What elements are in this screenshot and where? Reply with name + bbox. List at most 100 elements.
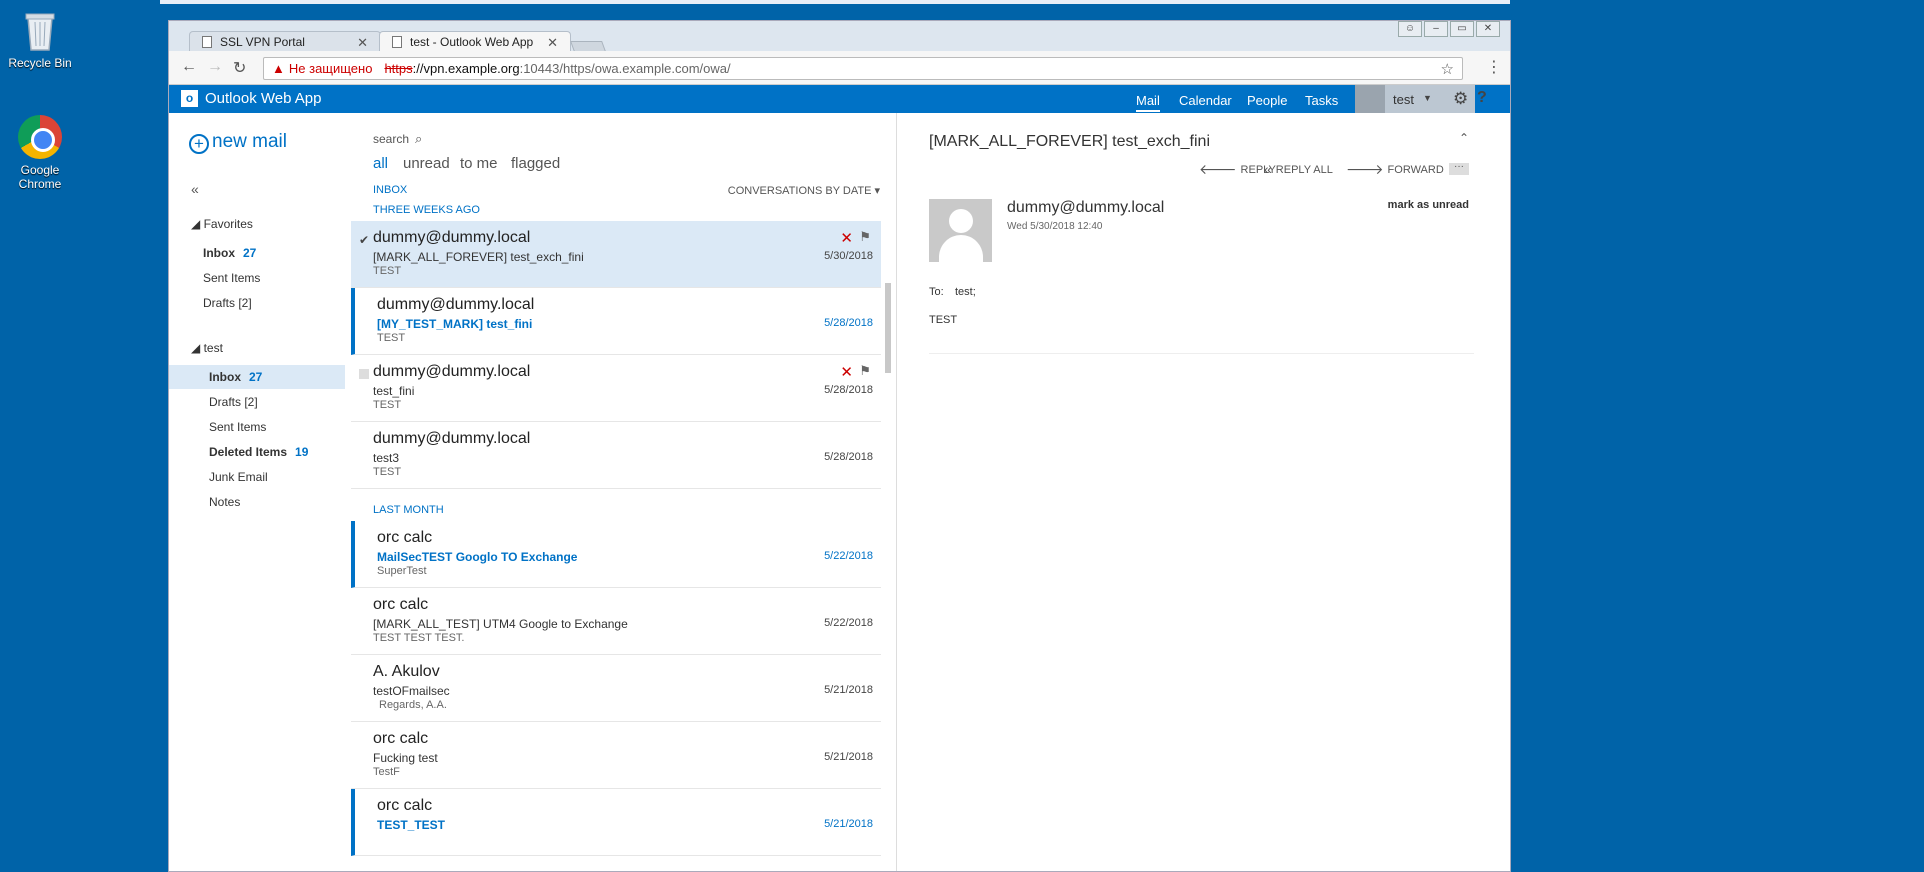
message-sender: orc calc	[373, 730, 429, 747]
forward-button[interactable]: 🡒 FORWARD	[1346, 161, 1444, 178]
folder-deleted-items[interactable]: Deleted Items 19	[169, 440, 345, 464]
favorite-inbox[interactable]: Inbox 27	[169, 241, 345, 265]
filter-flagged[interactable]: flagged	[511, 155, 560, 172]
recycle-bin-shortcut[interactable]: Recycle Bin	[0, 10, 80, 70]
folder-name: Inbox	[209, 370, 241, 384]
favorites-header[interactable]: ◢ Favorites	[191, 217, 253, 231]
profile-icon[interactable]: ☺	[1398, 21, 1422, 37]
search-input[interactable]: search ⌕	[373, 131, 422, 147]
message-preview: Regards, A.A.	[379, 699, 447, 711]
message-row[interactable]: dummy@dummy.local test_fini TEST 5/28/20…	[351, 355, 881, 422]
message-row[interactable]: dummy@dummy.local test3 TEST 5/28/2018	[351, 422, 881, 489]
url-scheme: https	[384, 61, 413, 76]
close-tab-icon[interactable]: ✕	[547, 35, 558, 51]
message-subject: testOFmailsec	[373, 684, 450, 698]
outlook-logo-icon: o	[181, 90, 198, 107]
more-actions-icon[interactable]: ···	[1449, 162, 1469, 175]
nav-tasks[interactable]: Tasks	[1305, 93, 1338, 108]
message-subject: Fucking test	[373, 751, 438, 765]
delete-icon[interactable]: ✕	[840, 229, 853, 247]
message-row[interactable]: dummy@dummy.local [MY_TEST_MARK] test_fi…	[351, 288, 881, 355]
flag-icon[interactable]: ⚑	[859, 229, 871, 245]
chrome-label-line1: Google	[20, 163, 60, 177]
reply-arrow-icon: 🡐	[1199, 161, 1237, 177]
message-list-scrollbar[interactable]	[885, 283, 891, 373]
message-row[interactable]: orc calc MailSecTEST Googlo TO Exchange …	[351, 521, 881, 588]
chevron-down-icon: ▼	[1423, 93, 1432, 103]
back-icon[interactable]: ←	[181, 58, 197, 76]
collapse-up-icon[interactable]: ⌃	[1459, 131, 1469, 145]
folder-sent-items[interactable]: Sent Items	[169, 415, 345, 439]
url-field[interactable]: ▲ Не защищено https://vpn.example.org:1044…	[263, 57, 1463, 80]
user-photo	[1355, 85, 1385, 113]
message-date: 5/28/2018	[824, 317, 873, 329]
minimize-icon[interactable]: –	[1424, 21, 1448, 37]
folder-inbox[interactable]: Inbox 27	[169, 365, 345, 389]
sort-dropdown[interactable]: CONVERSATIONS BY DATE ▾	[728, 184, 880, 197]
recycle-bin-icon	[23, 10, 57, 52]
help-icon[interactable]: ?	[1477, 89, 1487, 107]
folder-notes[interactable]: Notes	[169, 490, 345, 514]
collapse-pane-icon[interactable]: «	[191, 181, 199, 197]
folder-junk-email[interactable]: Junk Email	[169, 465, 345, 489]
group-header: LAST MONTH	[373, 504, 444, 516]
message-sender: orc calc	[377, 529, 433, 546]
forward-label: FORWARD	[1387, 164, 1444, 176]
close-tab-icon[interactable]: ✕	[357, 35, 368, 51]
favorite-sent-items[interactable]: Sent Items	[169, 266, 345, 290]
to-recipient[interactable]: test;	[955, 286, 976, 298]
folder-pane: + new mail « ◢ Favorites Inbox 27 Sent Ite…	[169, 113, 349, 871]
gear-icon[interactable]: ⚙	[1453, 89, 1468, 109]
to-label: To:	[929, 286, 944, 298]
account-header[interactable]: ◢ test	[191, 341, 223, 355]
filter-unread[interactable]: unread	[403, 155, 450, 172]
search-icon[interactable]: ⌕	[415, 131, 422, 146]
chrome-label-line2: Chrome	[18, 177, 62, 191]
filter-all[interactable]: all	[373, 155, 388, 172]
select-checkbox[interactable]	[359, 369, 369, 379]
folder-name: Drafts [2]	[209, 395, 258, 409]
reply-all-button[interactable]: «REPLY ALL	[1264, 161, 1333, 177]
avatar-body-shape	[939, 235, 983, 262]
message-subject-heading: [MARK_ALL_FOREVER] test_exch_fini	[929, 133, 1211, 150]
folder-name: Sent Items	[203, 271, 261, 285]
folder-drafts[interactable]: Drafts [2]	[169, 390, 345, 414]
bookmark-star-icon[interactable]: ☆	[1441, 60, 1454, 78]
message-row[interactable]: orc calc [MARK_ALL_TEST] UTM4 Google to …	[351, 588, 881, 655]
message-row[interactable]: ✔ dummy@dummy.local [MARK_ALL_FOREVER] t…	[351, 221, 881, 288]
close-window-icon[interactable]: ✕	[1476, 21, 1500, 37]
unread-count: 19	[295, 445, 309, 459]
reload-icon[interactable]: ↻	[233, 58, 246, 78]
sender-avatar	[929, 199, 992, 262]
maximize-icon[interactable]: ▭	[1450, 21, 1474, 37]
search-placeholder: search	[373, 132, 410, 146]
browser-menu-icon[interactable]: ⋮	[1486, 57, 1502, 77]
tab-outlook-web-app[interactable]: test - Outlook Web App ✕	[379, 31, 571, 52]
new-mail-button[interactable]: + new mail	[189, 131, 287, 154]
sender-address[interactable]: dummy@dummy.local	[1007, 199, 1164, 217]
tab-ssl-vpn-portal[interactable]: SSL VPN Portal ✕	[189, 31, 381, 52]
favorites-label: Favorites	[203, 217, 253, 231]
message-row[interactable]: orc calc TEST_TEST 5/21/2018	[351, 789, 881, 856]
message-preview: TEST	[373, 265, 402, 277]
nav-calendar[interactable]: Calendar	[1179, 93, 1232, 108]
filter-to-me[interactable]: to me	[460, 155, 498, 172]
mark-as-unread-link[interactable]: mark as unread	[1388, 199, 1469, 211]
message-date: 5/21/2018	[824, 818, 873, 830]
sort-label: CONVERSATIONS BY DATE	[727, 185, 872, 197]
not-secure-label[interactable]: Не защищено	[289, 61, 373, 76]
google-chrome-shortcut[interactable]: Google Chrome	[0, 115, 80, 191]
message-row[interactable]: A. Akulov testOFmailsec Regards, A.A. 5/…	[351, 655, 881, 722]
favorite-drafts[interactable]: Drafts [2]	[169, 291, 345, 315]
nav-mail[interactable]: Mail	[1136, 93, 1160, 112]
message-preview: TestF	[373, 766, 400, 778]
flag-icon[interactable]: ⚑	[859, 363, 871, 379]
nav-people[interactable]: People	[1247, 93, 1287, 108]
reading-pane: [MARK_ALL_FOREVER] test_exch_fini ⌃ 🡐 REP…	[919, 113, 1479, 871]
message-row[interactable]: orc calc Fucking test TestF 5/21/2018	[351, 722, 881, 789]
forward-icon[interactable]: →	[207, 58, 223, 76]
address-bar: ← → ↻ ▲ Не защищено https://vpn.example.or…	[169, 51, 1510, 85]
checkmark-icon[interactable]: ✔	[359, 233, 369, 247]
message-subject: [MY_TEST_MARK] test_fini	[377, 317, 533, 331]
delete-icon[interactable]: ✕	[840, 363, 853, 381]
